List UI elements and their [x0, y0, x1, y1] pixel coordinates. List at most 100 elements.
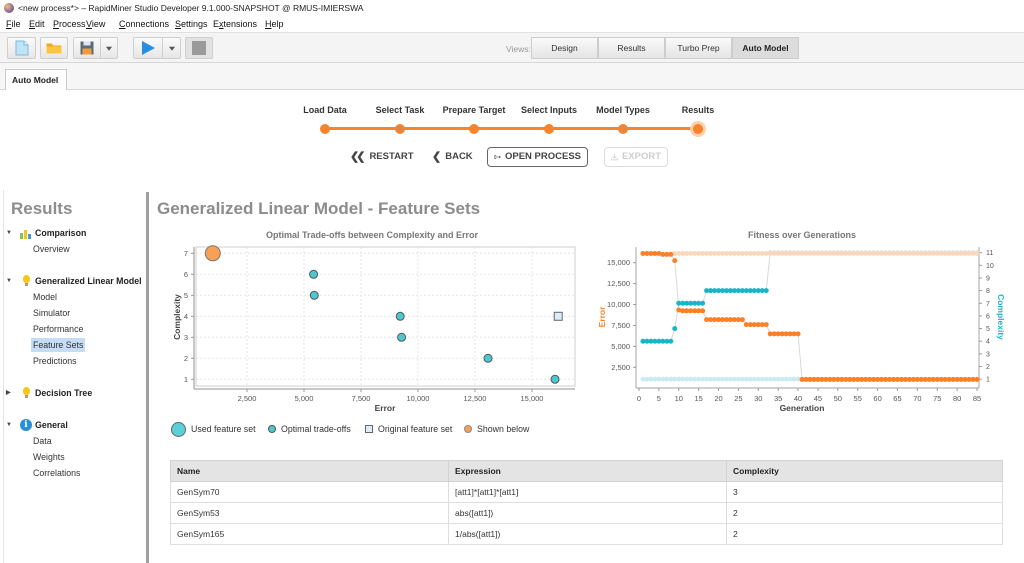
tree-item-simulator[interactable]: Simulator	[0, 305, 145, 321]
x-tick-label: 10,000	[407, 394, 430, 403]
view-auto-model-button[interactable]: Auto Model	[732, 37, 799, 59]
expanded-arrow-icon[interactable]: ▼	[6, 273, 12, 289]
legend-item-original: Original feature set	[365, 421, 452, 437]
tree-group-general[interactable]: ▼ i General	[0, 417, 145, 433]
collapsed-arrow-icon[interactable]: ▶	[6, 385, 11, 401]
column-header-expression[interactable]: Expression	[448, 460, 727, 482]
new-process-button[interactable]	[7, 37, 36, 59]
large-circle-icon	[171, 421, 186, 437]
step-dot[interactable]	[395, 124, 405, 134]
step-prepare-target[interactable]: Prepare Target	[443, 105, 506, 115]
optimal-tradeoff-point	[483, 353, 493, 363]
y-tick-label: 5	[184, 291, 188, 300]
step-model-types[interactable]: Model Types	[596, 105, 650, 115]
tree-item-weights[interactable]: Weights	[0, 449, 145, 465]
legend-label: Original feature set	[378, 424, 453, 434]
menu-help[interactable]: Help	[265, 19, 284, 29]
table-row[interactable]: GenSym70 [att1]*[att1]*[att1] 3	[170, 481, 1003, 503]
table-row[interactable]: GenSym165 1/abs([att1]) 2	[170, 523, 1003, 545]
restart-button[interactable]: ❮❮ RESTART	[350, 147, 414, 167]
x-tick-label: 40	[794, 394, 802, 403]
run-options-dropdown[interactable]	[163, 37, 181, 59]
stop-icon	[192, 41, 206, 55]
lightbulb-icon	[23, 275, 30, 283]
view-turbo-prep-button[interactable]: Turbo Prep	[665, 37, 732, 59]
series-line	[643, 253, 977, 380]
step-select-inputs[interactable]: Select Inputs	[521, 105, 577, 115]
tree-item-correlations[interactable]: Correlations	[0, 465, 145, 481]
menu-settings[interactable]: Settings	[175, 19, 208, 29]
tree-item-data[interactable]: Data	[0, 433, 145, 449]
step-results[interactable]: Results	[682, 105, 715, 115]
tab-auto-model[interactable]: Auto Model	[5, 69, 67, 90]
step-dot[interactable]	[618, 124, 628, 134]
menu-process[interactable]: Process	[53, 19, 86, 29]
menu-extensions[interactable]: Extensions	[213, 19, 257, 29]
menu-file[interactable]: File	[6, 19, 21, 29]
step-select-task[interactable]: Select Task	[376, 105, 425, 115]
menu-view[interactable]: View	[86, 19, 105, 29]
right-y-tick-label: 2	[986, 364, 990, 371]
tree-group-label: General	[35, 420, 68, 430]
column-header-complexity[interactable]: Complexity	[726, 460, 1003, 482]
double-chevron-left-icon: ❮❮	[350, 151, 366, 163]
tree-item-model[interactable]: Model	[0, 289, 145, 305]
chart-title: Fitness over Generations	[748, 230, 856, 240]
table-row[interactable]: GenSym53 abs([att1]) 2	[170, 502, 1003, 524]
menu-connections[interactable]: Connections	[119, 19, 169, 29]
panel-splitter[interactable]	[146, 192, 149, 563]
run-process-button[interactable]	[133, 37, 163, 59]
tree-group-decision-tree[interactable]: ▶ Decision Tree	[0, 385, 145, 401]
chevron-down-icon	[106, 46, 112, 51]
save-process-button[interactable]	[73, 37, 101, 59]
tree-item-overview[interactable]: Overview	[0, 241, 145, 257]
view-results-button[interactable]: Results	[598, 37, 665, 59]
expanded-arrow-icon[interactable]: ▼	[6, 225, 12, 241]
chevron-left-icon: ❮	[432, 151, 442, 163]
legend-label: Shown below	[477, 424, 530, 434]
save-options-dropdown[interactable]	[101, 37, 118, 59]
optimal-tradeoff-point	[397, 332, 407, 342]
open-process-wizard-button[interactable]: OPEN PROCESS	[487, 147, 588, 167]
stop-process-button[interactable]	[185, 37, 213, 59]
tree-group-generalized-linear-model[interactable]: ▼ Generalized Linear Model	[0, 273, 145, 289]
step-dot[interactable]	[469, 124, 479, 134]
y-tick-label: 4	[184, 312, 188, 321]
tree-item-feature-sets[interactable]: Feature Sets	[0, 337, 145, 353]
toolbar: Views: Design Results Turbo Prep Auto Mo…	[0, 32, 1024, 63]
sidebar-heading: Results	[11, 199, 73, 218]
left-y-tick-label: 2,500	[611, 363, 630, 372]
error-point	[974, 376, 980, 382]
step-dot[interactable]	[320, 124, 330, 134]
expanded-arrow-icon[interactable]: ▼	[6, 417, 12, 433]
x-tick-label: 80	[953, 394, 961, 403]
cell-expression: abs([att1])	[448, 502, 727, 524]
view-design-button[interactable]: Design	[531, 37, 598, 59]
export-button[interactable]: EXPORT	[604, 147, 668, 167]
tree-item-predictions[interactable]: Predictions	[0, 353, 145, 369]
tree-item-performance[interactable]: Performance	[0, 321, 145, 337]
cell-complexity: 2	[726, 502, 1003, 524]
y-tick-label: 1	[184, 375, 188, 384]
x-tick-label: 0	[637, 394, 641, 403]
tree-item-label: Feature Sets	[31, 338, 86, 352]
tree-item-label: Overview	[33, 244, 70, 254]
results-tree: ▼ Comparison Overview ▼ Generalized Line…	[0, 225, 145, 481]
step-dot[interactable]	[544, 124, 554, 134]
step-load-data[interactable]: Load Data	[303, 105, 347, 115]
play-icon	[142, 41, 155, 55]
chart-marks	[204, 245, 563, 384]
open-process-button[interactable]	[40, 37, 68, 59]
menu-edit[interactable]: Edit	[29, 19, 45, 29]
page-title: Generalized Linear Model - Feature Sets	[157, 199, 481, 218]
tree-group-label: Comparison	[35, 228, 87, 238]
right-y-tick-label: 1	[986, 377, 990, 384]
chevron-down-icon	[168, 46, 175, 51]
column-header-name[interactable]: Name	[170, 460, 449, 482]
x-tick-label: 20	[714, 394, 722, 403]
legend-item-shown-below: Shown below	[464, 421, 529, 437]
step-dot-current[interactable]	[693, 124, 703, 134]
views-label: Views:	[506, 44, 531, 54]
tree-group-comparison[interactable]: ▼ Comparison	[0, 225, 145, 241]
back-button[interactable]: ❮ BACK	[432, 147, 473, 167]
